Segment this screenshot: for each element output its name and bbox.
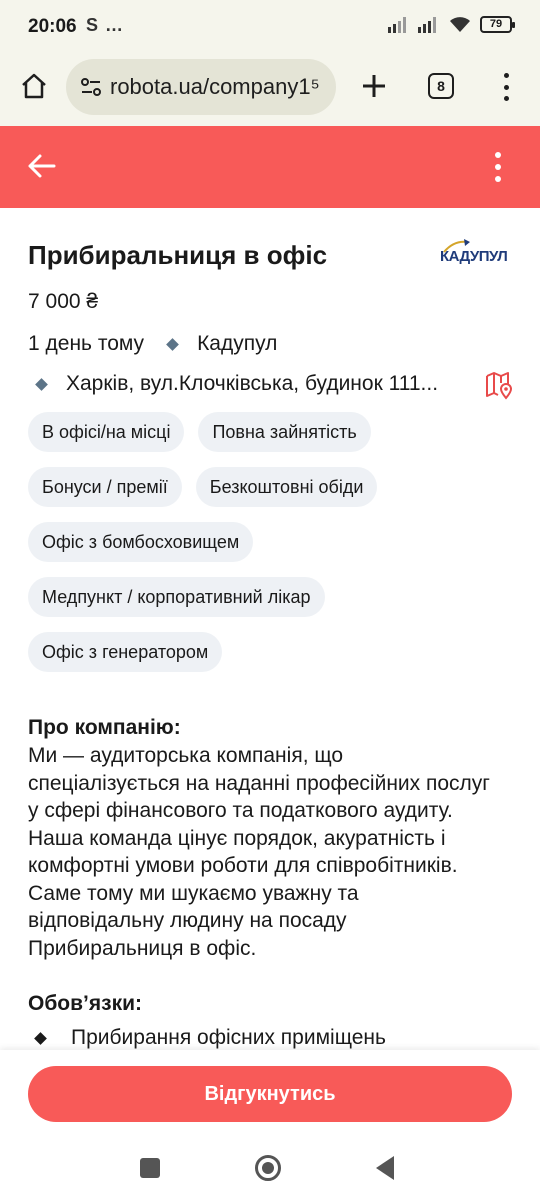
battery-icon: 79 — [480, 15, 515, 33]
home-button[interactable] — [16, 68, 52, 104]
home-icon — [22, 73, 46, 99]
tabs-button[interactable]: 8 — [428, 73, 454, 99]
tag-chip[interactable]: Офіс з генератором — [28, 632, 223, 672]
app-header — [0, 126, 540, 208]
back-button[interactable] — [24, 148, 60, 184]
about-text: Ми — аудиторська компанія, що спеціалізу… — [28, 744, 490, 960]
tag-chip[interactable]: В офісі/на місці — [28, 412, 185, 452]
duties-title: Обов’язки: — [28, 992, 142, 1015]
company-name[interactable]: Кадупул — [197, 332, 277, 356]
separator-diamond — [166, 337, 179, 351]
tag-chip[interactable]: Бонуси / премії — [28, 467, 182, 507]
tag-chip[interactable]: Повна зайнятість — [198, 412, 371, 452]
plus-icon — [363, 75, 385, 97]
more-options-button[interactable] — [486, 148, 510, 186]
posted-date: 1 день тому — [28, 332, 145, 355]
salary: 7 000 ₴ — [28, 290, 99, 313]
status-time: 20:06 — [28, 16, 77, 37]
job-details: Прибиральниця в офіс КАДУПУЛ 7 000 ₴ 1 д… — [0, 208, 540, 1050]
more-vert-icon — [495, 152, 501, 158]
job-meta: 1 день тому Кадупул — [28, 332, 277, 356]
duty-text: Прибирання офісних приміщень — [71, 1026, 386, 1049]
back-nav-icon[interactable] — [376, 1156, 394, 1180]
wifi-icon — [450, 17, 470, 32]
signal-icon-2 — [418, 17, 436, 33]
apply-button[interactable]: Відгукнутись — [28, 1066, 512, 1122]
tag-chip[interactable]: Офіс з бомбосховищем — [28, 522, 254, 562]
status-bar: 20:06 S … 79 — [0, 0, 540, 52]
home-nav-icon[interactable] — [255, 1155, 281, 1181]
map-pin-icon[interactable] — [484, 370, 514, 400]
address-bar[interactable]: robota.ua/company1⁵ — [66, 59, 336, 115]
company-logo[interactable]: КАДУПУЛ — [438, 238, 508, 272]
address-diamond — [35, 377, 48, 391]
recents-icon[interactable] — [140, 1158, 160, 1178]
new-tab-button[interactable] — [356, 66, 392, 106]
system-nav-bar — [0, 1138, 540, 1200]
site-settings-icon[interactable] — [80, 76, 102, 98]
tag-chip[interactable]: Безкоштовні обіди — [195, 467, 378, 507]
apply-bar: Відгукнутись — [0, 1050, 540, 1138]
about-title: Про компанію: — [28, 716, 181, 739]
menu-icon — [503, 73, 509, 78]
browser-menu-button[interactable] — [494, 69, 518, 105]
bullet-diamond — [34, 1031, 47, 1045]
duty-item: Прибирання офісних приміщень — [28, 1026, 386, 1050]
battery-level: 79 — [489, 18, 503, 30]
status-icons: 79 — [388, 15, 515, 33]
back-arrow-icon — [28, 154, 56, 178]
logo-text: КАДУПУЛ — [440, 248, 508, 265]
status-notifications: S … — [86, 15, 125, 35]
tab-count: 8 — [437, 78, 445, 94]
address[interactable]: Харків, вул.Клочківська, будинок 111... — [66, 372, 466, 396]
job-title: Прибиральниця в офіс — [28, 240, 328, 270]
job-tags: В офісі/на місці Повна зайнятість Бонуси… — [28, 412, 518, 687]
address-row[interactable]: Харків, вул.Клочківська, будинок 111... — [28, 372, 518, 400]
browser-toolbar: robota.ua/company1⁵ 8 — [0, 52, 540, 126]
tag-chip[interactable]: Медпункт / корпоративний лікар — [28, 577, 325, 617]
signal-icon — [388, 17, 406, 33]
url-text[interactable]: robota.ua/company1⁵ — [110, 74, 320, 100]
